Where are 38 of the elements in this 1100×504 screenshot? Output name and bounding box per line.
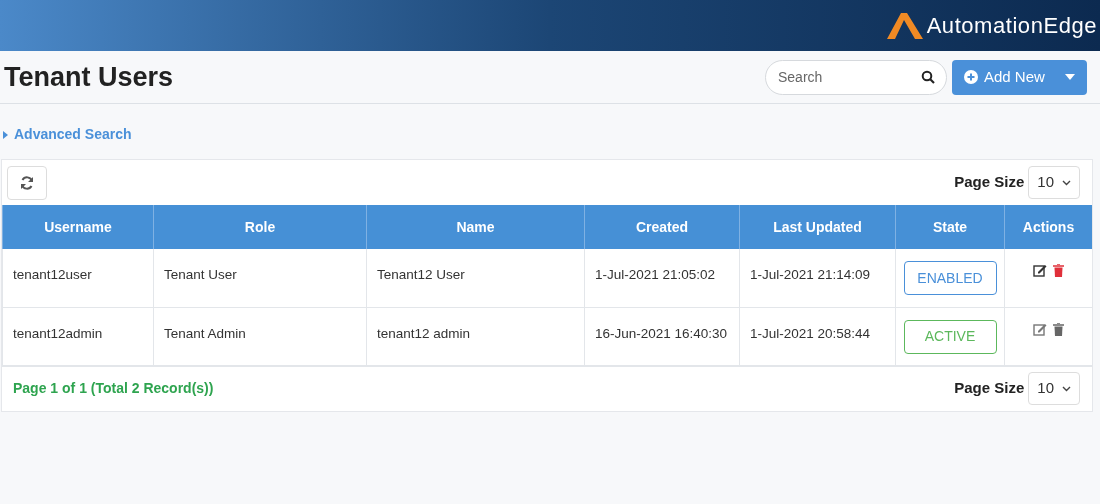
- caret-icon: [3, 130, 8, 139]
- page-size-select[interactable]: 10: [1028, 372, 1080, 405]
- page-size-label: Page Size: [954, 172, 1025, 193]
- column-header: Username: [2, 205, 154, 249]
- column-header: Created: [584, 205, 740, 249]
- table-cell: 16-Jun-2021 16:40:30: [584, 307, 740, 365]
- column-header: Role: [153, 205, 367, 249]
- table-cell: 1-Jul-2021 21:05:02: [584, 249, 740, 307]
- table-cell: 1-Jul-2021 21:14:09: [739, 249, 896, 307]
- caret-icon: [1065, 74, 1075, 80]
- chevron-down-icon: [1062, 385, 1071, 392]
- page-size-label: Page Size: [954, 378, 1025, 399]
- column-header: Last Updated: [739, 205, 896, 249]
- table-cell: Tenant Admin: [153, 307, 367, 365]
- plus-circle-icon: [964, 70, 978, 84]
- table-cell: 1-Jul-2021 20:58:44: [739, 307, 896, 365]
- trash-icon[interactable]: [1053, 264, 1064, 277]
- search-field[interactable]: Search: [765, 59, 947, 95]
- page-title: Tenant Users: [4, 60, 174, 94]
- column-header: Actions: [1004, 205, 1092, 249]
- table-cell: tenant12admin: [2, 307, 154, 365]
- record-summary: Page 1 of 1 (Total 2 Record(s)): [13, 379, 214, 398]
- table-cell: tenant12 admin: [366, 307, 585, 365]
- edit-icon[interactable]: [1033, 264, 1047, 277]
- search-icon: [921, 69, 935, 84]
- table-cell: tenant12user: [2, 249, 154, 307]
- page-size-select[interactable]: 10: [1028, 166, 1080, 199]
- state-badge: ACTIVE: [903, 319, 997, 354]
- column-header: Name: [366, 205, 585, 249]
- state-badge: ENABLED: [903, 261, 997, 295]
- table-cell: Tenant User: [153, 249, 367, 307]
- logo-icon: [884, 10, 925, 41]
- table-cell: Tenant12 User: [366, 249, 585, 307]
- column-header: State: [895, 205, 1005, 249]
- refresh-button[interactable]: [7, 165, 47, 200]
- refresh-icon: [20, 175, 34, 190]
- brand-name: AutomationEdge: [926, 12, 1097, 40]
- chevron-down-icon: [1062, 179, 1071, 186]
